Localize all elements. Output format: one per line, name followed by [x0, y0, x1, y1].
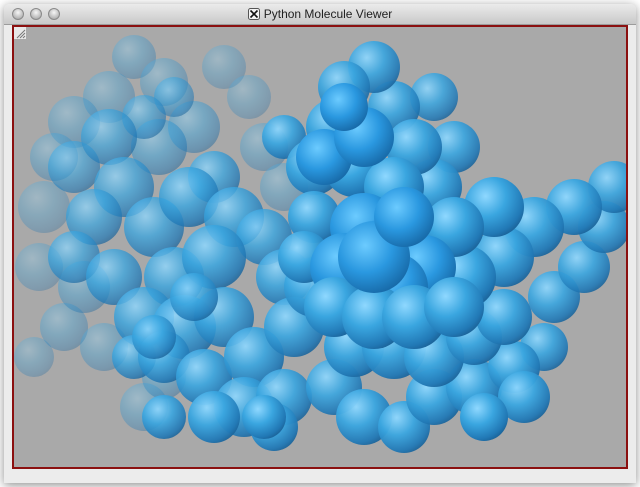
atom-sphere: [460, 393, 508, 441]
atom-sphere: [132, 315, 176, 359]
atom-sphere: [170, 273, 218, 321]
app-window: Python Molecule Viewer: [4, 4, 636, 483]
atom-sphere: [242, 395, 286, 439]
window-title: Python Molecule Viewer: [263, 7, 393, 21]
window-title-group: Python Molecule Viewer: [4, 7, 636, 21]
atom-sphere: [188, 391, 240, 443]
atom-sphere: [81, 109, 137, 165]
x11-icon: [247, 8, 260, 20]
molecule-render[interactable]: [14, 27, 626, 467]
atom-sphere: [227, 75, 271, 119]
atom-sphere: [142, 395, 186, 439]
resize-grip-icon[interactable]: [14, 27, 26, 39]
title-bar[interactable]: Python Molecule Viewer: [4, 4, 636, 25]
atom-sphere: [320, 83, 368, 131]
molecule-viewport[interactable]: [12, 25, 628, 469]
atom-sphere: [424, 277, 484, 337]
atom-sphere: [374, 187, 434, 247]
